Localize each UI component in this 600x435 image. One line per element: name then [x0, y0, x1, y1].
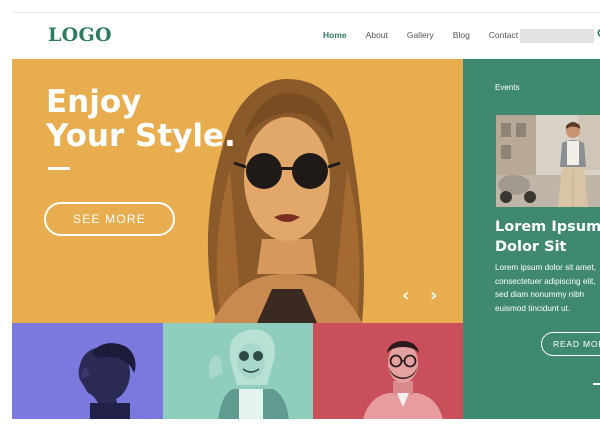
nav-blog[interactable]: Blog [453, 30, 470, 40]
events-label: Events [495, 83, 520, 92]
hero-banner: Enjoy Your Style. SEE MORE ‹ › [12, 59, 463, 323]
search-input[interactable] [520, 29, 594, 43]
event-title-line-1: Lorem Ipsum [495, 219, 600, 235]
hero-title: Enjoy Your Style. [46, 85, 236, 153]
nav-gallery[interactable]: Gallery [407, 30, 434, 40]
event-description: Lorem ipsum dolor sit amet, consectetuer… [495, 261, 600, 315]
gallery-tile-3[interactable] [313, 323, 463, 419]
nav-contact[interactable]: Contact [489, 30, 518, 40]
event-photo[interactable] [496, 115, 600, 207]
events-divider [593, 383, 600, 385]
event-text-line: euismod tincidunt ut. [495, 303, 571, 313]
main-nav: Home About Gallery Blog Contact [323, 30, 537, 40]
events-panel: Events Lorem Ipsum Dolor Sit Lorem ipsum… [463, 59, 600, 419]
hero-divider [48, 167, 70, 170]
site-logo[interactable]: LOGO [48, 24, 112, 46]
chevron-right-icon[interactable]: › [430, 285, 437, 306]
event-text-line: Lorem ipsum dolor sit amet, [495, 263, 597, 272]
hero-title-line-2: Your Style. [46, 118, 236, 154]
event-title-line-2: Dolor Sit [495, 239, 567, 255]
gallery-tile-1[interactable] [12, 323, 163, 419]
event-text-line: consectetuer adipiscing elit, [495, 276, 596, 286]
event-title: Lorem Ipsum Dolor Sit [495, 217, 600, 257]
nav-about[interactable]: About [366, 30, 388, 40]
gallery-tile-2[interactable] [163, 323, 313, 419]
event-text-line: sed diam nonummy nibh [495, 290, 585, 299]
see-more-button[interactable]: SEE MORE [44, 202, 175, 236]
read-more-button[interactable]: READ MORE [541, 332, 600, 356]
website-mockup: LOGO Home About Gallery Blog Contact Enj… [12, 12, 600, 419]
nav-home[interactable]: Home [323, 30, 347, 40]
site-header: LOGO Home About Gallery Blog Contact [12, 13, 600, 59]
chevron-left-icon[interactable]: ‹ [402, 285, 409, 306]
hero-title-line-1: Enjoy [46, 84, 142, 120]
